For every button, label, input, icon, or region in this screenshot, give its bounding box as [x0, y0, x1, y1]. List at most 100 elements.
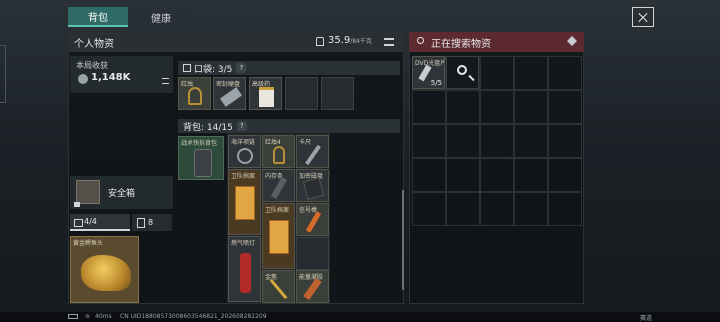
disk-icon [302, 177, 325, 200]
featured-item-name: 黄金鳄鱼头 [73, 240, 104, 247]
wifi-icon: ≋ [85, 313, 91, 320]
search-slot-empty[interactable] [412, 90, 446, 124]
close-icon[interactable] [632, 7, 654, 27]
equip-tab-1-label: 4/4 [84, 217, 97, 226]
side-handle[interactable] [0, 45, 6, 103]
equip-tab-2[interactable]: 8 [132, 214, 172, 231]
safebox-row[interactable]: 安全箱 [70, 176, 173, 209]
backpack-item-name: 卫队档案 [231, 173, 256, 180]
pocket-slot-empty[interactable] [321, 77, 354, 110]
earnings-value: 1,148K [91, 72, 131, 83]
help-icon[interactable]: ? [236, 121, 247, 131]
search-item[interactable]: DVD光盘片 5/5 [412, 56, 445, 89]
weight-value: 35.9 [328, 35, 351, 46]
search-slot-empty[interactable] [514, 56, 548, 90]
search-slot-empty[interactable] [480, 124, 514, 158]
searching-slot[interactable] [446, 56, 479, 89]
backpack-item[interactable]: 金笔 [262, 270, 295, 303]
search-slot-empty[interactable] [514, 90, 548, 124]
personal-title: 个人物资 [74, 38, 114, 50]
search-slot-empty[interactable] [412, 124, 446, 158]
status-right-text: 赛道 [640, 315, 653, 322]
backpack-item[interactable]: 卫队档案 [228, 169, 261, 235]
pocket-header: 口袋: 3/5? [178, 61, 400, 75]
search-slot-empty[interactable] [480, 192, 514, 226]
safebox-label: 安全箱 [108, 189, 136, 199]
uid-text: CN UID18808573008603546821_202608282209 [120, 313, 267, 320]
backpack-main-item[interactable]: 战术快拆背包 [178, 136, 224, 180]
backpack-item[interactable]: 卡尺 [296, 135, 329, 168]
safebox-icon [76, 180, 100, 204]
search-slot-empty[interactable] [514, 124, 548, 158]
pocket-item-3[interactable]: 高级药 [249, 77, 282, 110]
coin-icon [78, 74, 88, 84]
search-slot-empty[interactable] [548, 192, 582, 226]
pocket-icon [183, 64, 191, 72]
search-title: 正在搜索物资 [431, 38, 491, 50]
caliper-icon [305, 144, 321, 166]
backpack-item[interactable]: 内存条 [262, 169, 295, 202]
backpack-item-name: 红烛4 [265, 139, 281, 146]
search-slot-empty[interactable] [548, 90, 582, 124]
pocket-label: 口袋: 3/5 [194, 64, 233, 75]
backpack-item[interactable]: 能量凝胶 [296, 270, 329, 303]
search-slot-empty[interactable] [412, 158, 446, 192]
search-slot-empty[interactable] [514, 192, 548, 226]
earnings-list-icon[interactable] [162, 78, 169, 84]
battery-icon [68, 314, 78, 319]
search-slot-empty[interactable] [446, 158, 480, 192]
backpack-item-name: 卡尺 [299, 139, 312, 146]
magnifier-handle [468, 74, 475, 82]
help-icon[interactable]: ? [236, 63, 247, 73]
search-icon [417, 37, 424, 44]
lock-icon [74, 202, 80, 207]
torch-icon [240, 253, 251, 293]
tab-health-label: 健康 [151, 13, 171, 25]
backpack-item[interactable]: 加密磁盘 [296, 169, 329, 202]
tab-backpack-label: 背包 [88, 12, 108, 24]
search-slot-empty[interactable] [480, 56, 514, 90]
backpack-item[interactable]: 海洋项链 [228, 135, 261, 168]
search-slot-empty[interactable] [412, 192, 446, 226]
search-slot-empty[interactable] [446, 192, 480, 226]
search-slot-empty[interactable] [548, 56, 582, 90]
backpack-item[interactable]: 燃气喷灯 [228, 236, 261, 302]
backpack-slot-empty[interactable] [296, 237, 329, 270]
container-icon [137, 218, 145, 228]
scrollbar[interactable] [402, 190, 404, 290]
backpack-icon [194, 149, 212, 177]
search-slot-empty[interactable] [480, 158, 514, 192]
search-slot-empty[interactable] [548, 158, 582, 192]
document-icon [235, 186, 255, 220]
weight-readout: 35.9/84千克 [328, 35, 372, 46]
weight-max: /84千克 [350, 38, 372, 45]
tab-health[interactable]: 健康 [130, 7, 192, 27]
memory-stick-icon [270, 176, 288, 200]
pocket-item-2[interactable]: 密封硬盘 [213, 77, 246, 110]
search-slot-empty[interactable] [548, 124, 582, 158]
drive-icon [219, 87, 243, 107]
magnifier-icon [457, 65, 467, 75]
search-slot-empty[interactable] [446, 90, 480, 124]
backpack-item[interactable]: 信号棒 [296, 203, 329, 236]
backpack-item[interactable]: 卫队档案 [262, 203, 295, 269]
document-icon [269, 220, 289, 254]
featured-item[interactable]: 黄金鳄鱼头 [70, 236, 139, 303]
necklace-icon [237, 148, 253, 164]
search-item-name: DVD光盘片 [415, 60, 445, 67]
equip-tab-1[interactable]: 4/4 [70, 214, 130, 231]
backpack-item-name: 燃气喷灯 [231, 240, 256, 247]
backpack-item-name: 卫队档案 [265, 207, 290, 214]
bag-icon [74, 219, 83, 227]
search-slot-empty[interactable] [514, 158, 548, 192]
list-icon[interactable] [384, 38, 394, 46]
pocket-slot-empty[interactable] [285, 77, 318, 110]
pocket-item-1[interactable]: 红烛 [178, 77, 211, 110]
search-slot-empty[interactable] [480, 90, 514, 124]
backpack-item-name: 海洋项链 [231, 139, 256, 146]
dvd-icon [418, 64, 432, 82]
tab-backpack[interactable]: 背包 [68, 7, 128, 27]
backpack-item[interactable]: 红烛4 [262, 135, 295, 168]
search-slot-empty[interactable] [446, 124, 480, 158]
medicine-icon [259, 87, 274, 107]
